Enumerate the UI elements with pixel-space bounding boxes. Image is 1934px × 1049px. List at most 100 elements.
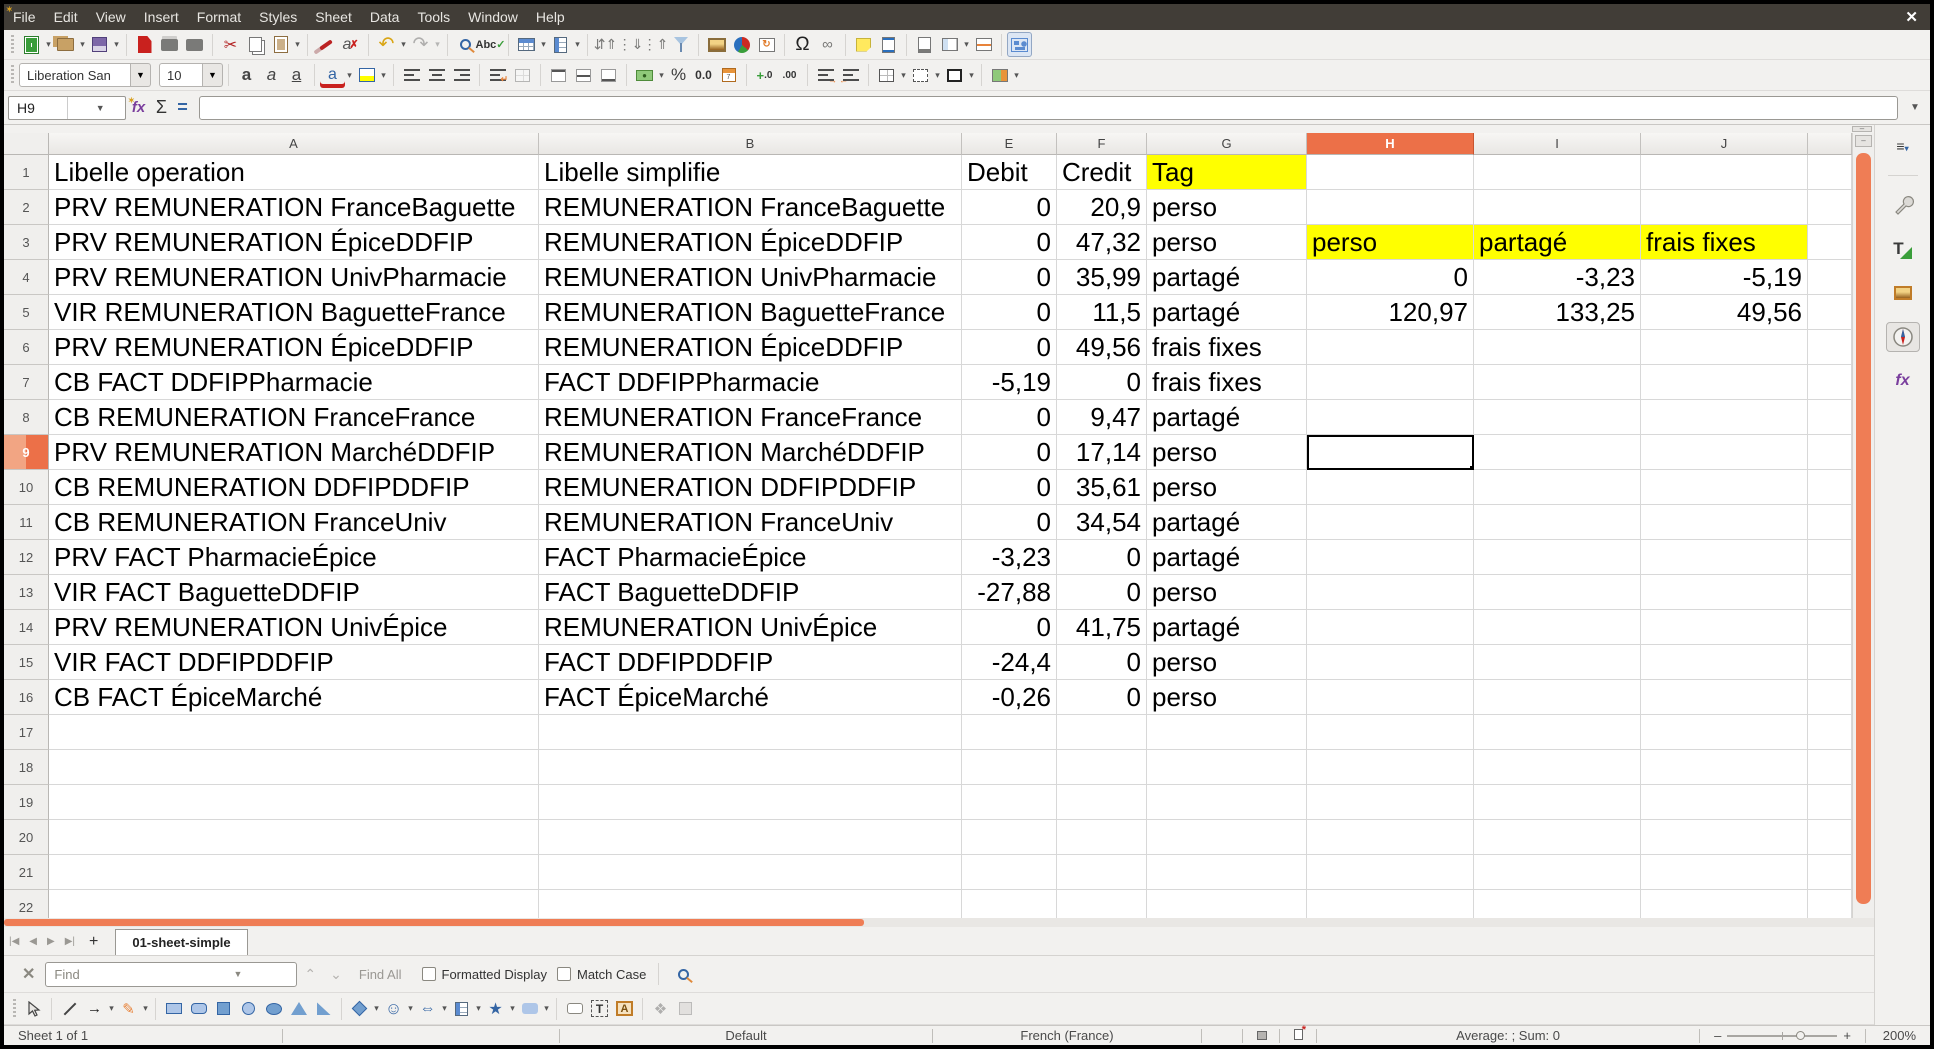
callouts-dropdown-icon[interactable]: ▾ [542, 1003, 551, 1014]
name-box-dropdown-icon[interactable]: ▼ [67, 97, 126, 119]
cell-E10[interactable]: 0 [962, 470, 1057, 505]
vertical-scrollbar-thumb[interactable] [1856, 153, 1871, 904]
cell-E5[interactable]: 0 [962, 295, 1057, 330]
font-name-dropdown-icon[interactable]: ▼ [131, 63, 151, 87]
document-modified-icon[interactable]: * [1280, 1028, 1316, 1043]
cell-J14[interactable] [1641, 610, 1808, 645]
cell-J8[interactable] [1641, 400, 1808, 435]
column-header-H[interactable]: H [1307, 133, 1474, 155]
clear-formatting-icon[interactable]: a✗ [338, 32, 363, 57]
language[interactable]: French (France) [933, 1028, 1201, 1043]
column-header-B[interactable]: B [539, 133, 962, 155]
freeze-panes-icon[interactable] [937, 32, 962, 57]
cell-J22[interactable] [1641, 890, 1808, 918]
name-box[interactable]: H9▼ [8, 96, 126, 120]
cell-F16[interactable]: 0 [1057, 680, 1147, 715]
cell-partial-13[interactable] [1808, 575, 1852, 610]
sort-icon[interactable]: ⇵⇑ [593, 32, 618, 57]
cell-B9[interactable]: REMUNERATION MarchéDDFIP [539, 435, 962, 470]
conditional-formatting-icon[interactable] [987, 63, 1012, 88]
cell-partial-14[interactable] [1808, 610, 1852, 645]
cell-J7[interactable] [1641, 365, 1808, 400]
row-header-4[interactable]: 4 [4, 260, 49, 295]
find-all-button[interactable]: Find All [359, 967, 402, 982]
cell-J12[interactable] [1641, 540, 1808, 575]
cell-G5[interactable]: partagé [1147, 295, 1307, 330]
row-header-16[interactable]: 16 [4, 680, 49, 715]
cell-E2[interactable]: 0 [962, 190, 1057, 225]
column-header-A[interactable]: A [49, 133, 539, 155]
new-dropdown-icon[interactable]: ▾ [44, 39, 53, 50]
row-header-8[interactable]: 8 [4, 400, 49, 435]
cell-F14[interactable]: 41,75 [1057, 610, 1147, 645]
conditional-dropdown-icon[interactable]: ▾ [1012, 70, 1021, 81]
cell-I3[interactable]: partagé [1474, 225, 1641, 260]
sidebar-settings-icon[interactable]: ≡▾ [1886, 131, 1920, 161]
row-header-12[interactable]: 12 [4, 540, 49, 575]
cell-E7[interactable]: -5,19 [962, 365, 1057, 400]
fontwork-icon[interactable]: A [612, 996, 637, 1021]
date-format-icon[interactable]: 7 [716, 63, 741, 88]
undo-icon[interactable]: ↶ [374, 32, 399, 57]
zoom-slider-handle[interactable] [1796, 1031, 1805, 1040]
basic-shapes-icon[interactable] [347, 996, 372, 1021]
cell-partial-11[interactable] [1808, 505, 1852, 540]
cell-H12[interactable] [1307, 540, 1474, 575]
circle-icon[interactable] [236, 996, 261, 1021]
cell-G3[interactable]: perso [1147, 225, 1307, 260]
row-header-9[interactable]: 9 [4, 435, 49, 470]
cell-B16[interactable]: FACT ÉpiceMarché [539, 680, 962, 715]
toolbar-grip[interactable] [9, 35, 16, 55]
cell-B11[interactable]: REMUNERATION FranceUniv [539, 505, 962, 540]
cell-partial-1[interactable] [1808, 155, 1852, 190]
menu-sheet[interactable]: Sheet [306, 4, 361, 30]
cell-H10[interactable] [1307, 470, 1474, 505]
menu-window[interactable]: Window [459, 4, 527, 30]
special-character-icon[interactable]: Ω [790, 32, 815, 57]
cell-A7[interactable]: CB FACT DDFIPPharmacie [49, 365, 539, 400]
cell-partial-22[interactable] [1808, 890, 1852, 918]
row-header-21[interactable]: 21 [4, 855, 49, 890]
cell-I18[interactable] [1474, 750, 1641, 785]
selection-stats[interactable]: Average: ; Sum: 0 [1317, 1028, 1699, 1043]
insert-column-icon[interactable] [548, 32, 573, 57]
horizontal-scrollbar[interactable] [4, 918, 1874, 927]
row-header-2[interactable]: 2 [4, 190, 49, 225]
cell-H11[interactable] [1307, 505, 1474, 540]
cell-J11[interactable] [1641, 505, 1808, 540]
cell-E6[interactable]: 0 [962, 330, 1057, 365]
cell-F19[interactable] [1057, 785, 1147, 820]
cell-H18[interactable] [1307, 750, 1474, 785]
percent-icon[interactable]: % [666, 63, 691, 88]
cell-A8[interactable]: CB REMUNERATION FranceFrance [49, 400, 539, 435]
menu-view[interactable]: View [87, 4, 135, 30]
redo-dropdown-icon[interactable]: ▾ [433, 39, 442, 50]
cell-partial-9[interactable] [1808, 435, 1852, 470]
cell-G12[interactable]: partagé [1147, 540, 1307, 575]
font-size-dropdown-icon[interactable]: ▼ [203, 63, 223, 87]
cell-G21[interactable] [1147, 855, 1307, 890]
cell-H19[interactable] [1307, 785, 1474, 820]
delete-decimal-icon[interactable]: .00 [777, 63, 802, 88]
cell-H8[interactable] [1307, 400, 1474, 435]
insert-row-icon[interactable] [514, 32, 539, 57]
font-color-dropdown-icon[interactable]: ▾ [345, 70, 354, 81]
sheet-tab-active[interactable]: 01-sheet-simple [115, 929, 247, 955]
cell-H2[interactable] [1307, 190, 1474, 225]
row-header-6[interactable]: 6 [4, 330, 49, 365]
cell-B3[interactable]: REMUNERATION ÉpiceDDFIP [539, 225, 962, 260]
cut-icon[interactable]: ✂ [218, 32, 243, 57]
print-preview-icon[interactable] [182, 32, 207, 57]
menu-data[interactable]: Data [361, 4, 409, 30]
cell-A18[interactable] [49, 750, 539, 785]
cell-E9[interactable]: 0 [962, 435, 1057, 470]
save-icon[interactable] [87, 32, 112, 57]
copy-icon[interactable] [243, 32, 268, 57]
font-name-combo[interactable]: Liberation San [19, 63, 131, 87]
cell-E4[interactable]: 0 [962, 260, 1057, 295]
cell-F6[interactable]: 49,56 [1057, 330, 1147, 365]
find-dropdown-icon[interactable]: ▼ [171, 969, 296, 979]
row-header-1[interactable]: 1 [4, 155, 49, 190]
export-pdf-icon[interactable] [132, 32, 157, 57]
toolbar-grip[interactable] [11, 999, 18, 1019]
